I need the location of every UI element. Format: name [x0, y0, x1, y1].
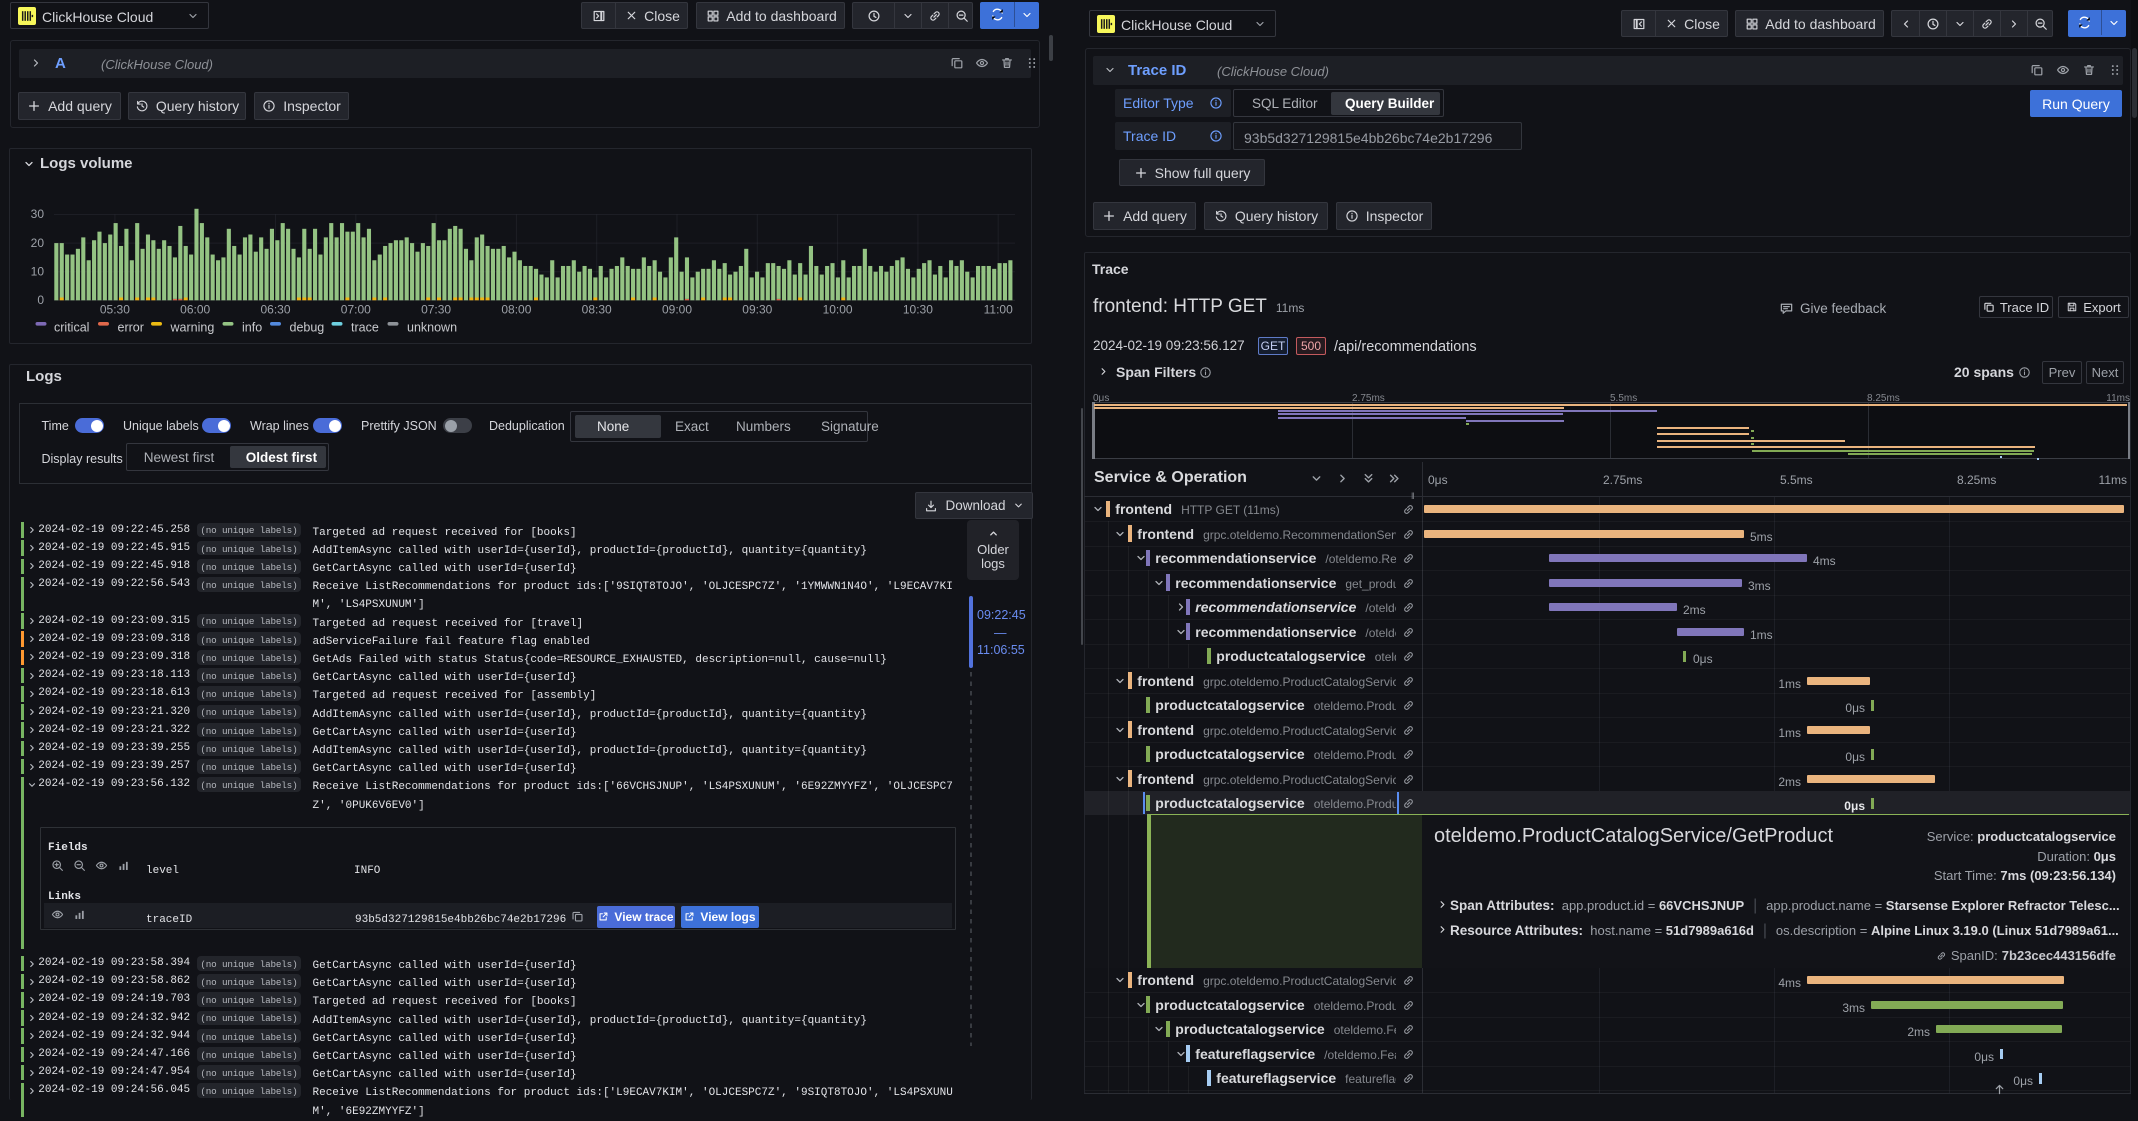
svg-text:08:00: 08:00 — [501, 302, 531, 316]
svg-text:0: 0 — [37, 293, 44, 307]
svg-text:05:30: 05:30 — [100, 302, 130, 316]
svg-text:10:00: 10:00 — [823, 302, 853, 316]
svg-text:info: info — [242, 321, 262, 335]
svg-text:30: 30 — [31, 207, 45, 221]
svg-text:07:30: 07:30 — [421, 302, 451, 316]
svg-text:critical: critical — [54, 321, 89, 335]
svg-text:error: error — [118, 321, 144, 335]
svg-text:trace: trace — [351, 321, 379, 335]
svg-text:09:00: 09:00 — [662, 302, 692, 316]
svg-text:10: 10 — [31, 264, 45, 278]
svg-text:10:30: 10:30 — [903, 302, 933, 316]
svg-text:11:00: 11:00 — [984, 302, 1013, 316]
svg-text:06:30: 06:30 — [260, 302, 290, 316]
svg-text:debug: debug — [290, 321, 325, 335]
svg-text:07:00: 07:00 — [341, 302, 371, 316]
svg-text:06:00: 06:00 — [180, 302, 210, 316]
svg-text:09:30: 09:30 — [742, 302, 772, 316]
svg-text:20: 20 — [31, 236, 45, 250]
svg-text:08:30: 08:30 — [582, 302, 612, 316]
svg-text:warning: warning — [170, 321, 215, 335]
svg-text:unknown: unknown — [407, 321, 457, 335]
